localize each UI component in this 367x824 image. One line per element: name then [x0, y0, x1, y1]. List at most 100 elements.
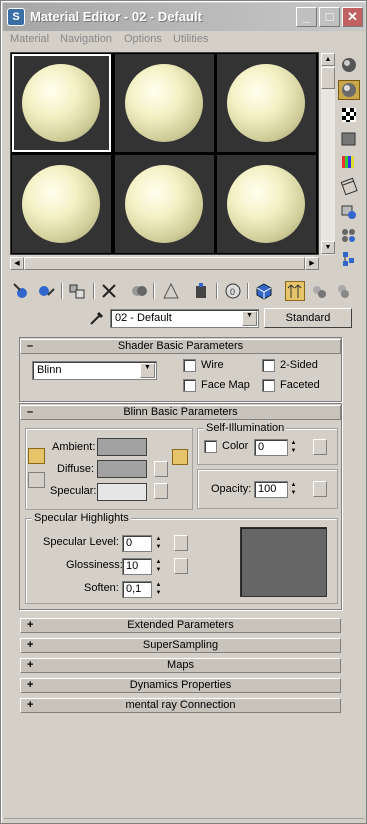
self-illumination-spinner[interactable]: ▲ ▼	[289, 439, 298, 456]
material-sphere	[22, 64, 100, 142]
backlight-icon[interactable]	[338, 80, 360, 100]
video-color-check-icon[interactable]	[338, 152, 360, 172]
menu-utilities[interactable]: Utilities	[173, 33, 208, 45]
background-checker-icon[interactable]	[338, 105, 360, 125]
opacity-spinner[interactable]: ▲ ▼	[289, 481, 298, 498]
glossiness-value: 10	[126, 560, 139, 572]
self-illumination-map-button[interactable]	[313, 439, 327, 455]
assign-material-to-selection-icon[interactable]	[67, 281, 87, 301]
show-map-in-viewport-icon[interactable]	[254, 281, 274, 301]
go-forward-to-sibling-icon[interactable]	[333, 281, 353, 301]
reset-map-icon[interactable]	[99, 281, 119, 301]
menu-material[interactable]: Material	[10, 33, 49, 45]
get-material-icon[interactable]	[11, 281, 31, 301]
sample-type-icon[interactable]	[338, 55, 360, 75]
specular-level-spinner[interactable]: ▲ ▼	[154, 535, 163, 552]
scroll-down-arrow-icon[interactable]: ▼	[321, 241, 335, 254]
ambient-color-swatch[interactable]	[97, 438, 147, 456]
chevron-down-icon[interactable]: ▼	[242, 311, 257, 326]
two-sided-checkbox[interactable]	[262, 359, 275, 372]
opacity-input[interactable]: 100	[254, 481, 288, 498]
specular-map-button[interactable]	[154, 483, 168, 499]
faceted-checkbox[interactable]	[262, 379, 275, 392]
rollout-toggle: +	[27, 639, 34, 651]
material-sphere	[125, 165, 203, 243]
supersampling-rollout[interactable]: + SuperSampling	[20, 638, 341, 653]
opacity-map-button[interactable]	[313, 481, 327, 497]
face-map-checkbox[interactable]	[183, 379, 196, 392]
slots-horizontal-scrollbar[interactable]: ◀ ▶	[10, 257, 319, 270]
make-material-copy-icon[interactable]	[129, 281, 149, 301]
menu-options[interactable]: Options	[124, 33, 162, 45]
title-bar[interactable]: S Material Editor - 02 - Default _ □ ✕	[3, 3, 365, 31]
sample-uv-tiling-icon[interactable]	[338, 129, 360, 149]
sample-slot-1[interactable]	[12, 54, 111, 152]
menu-navigation[interactable]: Navigation	[60, 33, 112, 45]
specular-level-label: Specular Level:	[43, 536, 119, 548]
sample-slot-5[interactable]	[115, 155, 214, 253]
slots-vertical-scrollbar[interactable]: ▲ ▼	[321, 53, 335, 255]
show-end-result-icon[interactable]	[285, 281, 305, 301]
go-to-parent-icon[interactable]	[309, 281, 329, 301]
self-illumination-input[interactable]: 0	[254, 439, 288, 456]
pick-material-eyedropper-icon[interactable]	[87, 308, 107, 328]
chevron-down-icon[interactable]: ▼	[140, 363, 155, 378]
app-icon: S	[7, 8, 25, 26]
scroll-left-arrow-icon[interactable]: ◀	[10, 257, 24, 270]
extended-parameters-rollout[interactable]: + Extended Parameters	[20, 618, 341, 633]
shader-type-dropdown[interactable]: Blinn ▼	[32, 361, 157, 380]
scroll-right-arrow-icon[interactable]: ▶	[305, 257, 319, 270]
diffuse-map-button[interactable]	[154, 461, 168, 477]
rollout-toggle: +	[27, 699, 34, 711]
soften-input[interactable]: 0,1	[122, 581, 152, 598]
vertical-scroll-thumb[interactable]	[321, 67, 335, 89]
scroll-up-arrow-icon[interactable]: ▲	[321, 53, 335, 66]
sample-slot-3[interactable]	[217, 54, 316, 152]
specular-color-swatch[interactable]	[97, 483, 147, 501]
sample-slot-2[interactable]	[115, 54, 214, 152]
blinn-basic-rollout-header[interactable]: – Blinn Basic Parameters	[20, 405, 341, 420]
put-to-library-icon[interactable]	[191, 281, 211, 301]
soften-value: 0,1	[126, 583, 142, 595]
rollout-toggle: –	[27, 406, 34, 418]
minimize-button[interactable]: _	[296, 7, 317, 27]
make-preview-icon[interactable]	[338, 176, 360, 196]
wire-checkbox[interactable]	[183, 359, 196, 372]
sample-slot-4[interactable]	[12, 155, 111, 253]
opacity-value: 100	[258, 483, 277, 495]
close-button[interactable]: ✕	[342, 7, 363, 27]
toolbar-separator	[61, 283, 63, 299]
mental-ray-connection-rollout[interactable]: + mental ray Connection	[20, 698, 341, 713]
select-by-material-icon[interactable]	[338, 225, 360, 245]
rollout-title: SuperSampling	[142, 639, 219, 651]
soften-spinner[interactable]: ▲ ▼	[154, 581, 163, 598]
specular-level-input[interactable]: 0	[122, 535, 152, 552]
ambient-label: Ambient:	[52, 441, 96, 453]
rollout-title: Shader Basic Parameters	[117, 340, 244, 352]
material-name-dropdown[interactable]: 02 - Default ▼	[110, 309, 259, 328]
maps-rollout[interactable]: + Maps	[20, 658, 341, 673]
diffuse-color-swatch[interactable]	[97, 460, 147, 478]
make-unique-icon[interactable]	[161, 281, 181, 301]
put-material-to-scene-icon[interactable]	[36, 281, 56, 301]
specular-level-map-button[interactable]	[174, 535, 188, 551]
options-icon[interactable]	[338, 202, 360, 222]
shader-basic-rollout-header[interactable]: – Shader Basic Parameters	[20, 339, 341, 354]
lock-ambient-diffuse-icon[interactable]	[28, 448, 45, 464]
glossiness-input[interactable]: 10	[122, 558, 152, 575]
toolbar-separator	[153, 283, 155, 299]
dynamics-properties-rollout[interactable]: + Dynamics Properties	[20, 678, 341, 693]
sample-slot-6[interactable]	[217, 155, 316, 253]
glossiness-map-button[interactable]	[174, 558, 188, 574]
lock-icon[interactable]	[172, 449, 188, 465]
lock-diffuse-specular-icon[interactable]	[28, 472, 45, 488]
material-map-navigator-icon[interactable]	[338, 249, 360, 269]
material-editor-window: S Material Editor - 02 - Default _ □ ✕ M…	[0, 0, 367, 824]
material-effects-channel-icon[interactable]: 0	[223, 281, 243, 301]
material-type-button[interactable]: Standard	[264, 308, 352, 328]
glossiness-spinner[interactable]: ▲ ▼	[154, 558, 163, 575]
maximize-button[interactable]: □	[319, 7, 340, 27]
horizontal-scroll-thumb[interactable]	[24, 257, 305, 270]
self-illumination-color-checkbox[interactable]	[204, 440, 217, 453]
material-sphere	[22, 165, 100, 243]
